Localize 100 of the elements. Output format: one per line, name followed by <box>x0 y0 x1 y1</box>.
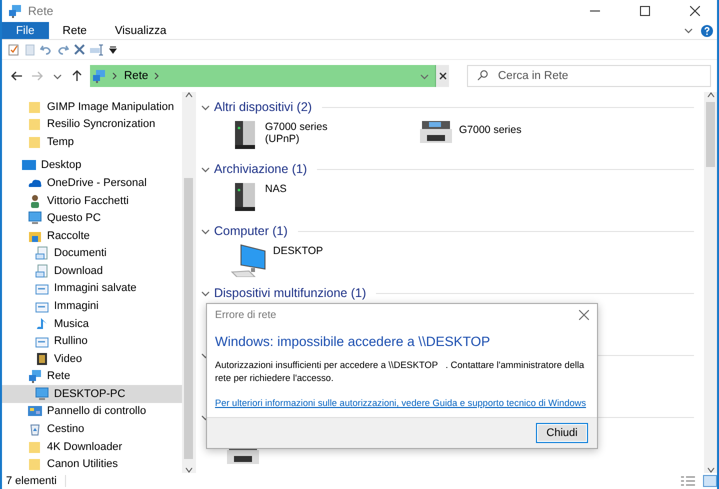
back-button[interactable] <box>10 71 24 81</box>
control-panel-icon <box>28 404 42 418</box>
scroll-down-icon <box>706 467 714 473</box>
nav-item[interactable]: Video <box>2 350 182 368</box>
nav-item[interactable]: Immagini salvate <box>2 280 182 298</box>
caret-icon <box>52 72 62 80</box>
nav-item[interactable]: 4K Downloader <box>2 438 182 456</box>
rename-icon <box>90 44 104 56</box>
scrollbar-track[interactable] <box>182 92 195 473</box>
close-dialog-button[interactable]: Chiudi <box>536 423 588 443</box>
details-view-icon <box>681 476 695 486</box>
nav-item[interactable]: Temp <box>2 133 182 151</box>
ribbon-tab[interactable]: File <box>2 22 49 39</box>
device-item[interactable]: G7000 series (UPnP) <box>231 119 419 151</box>
chevron-down-icon <box>201 288 210 298</box>
nav-item[interactable]: Musica <box>2 314 182 332</box>
nav-item[interactable]: DESKTOP-PC <box>2 385 182 403</box>
forward-arrow-icon <box>31 71 43 81</box>
folder-icon <box>28 134 42 149</box>
person-icon <box>28 194 42 208</box>
nav-item[interactable]: Raccolte <box>2 226 182 244</box>
ribbon-tab[interactable]: Rete <box>48 22 101 39</box>
desktop-icon <box>22 158 36 172</box>
delete-icon <box>74 44 85 55</box>
properties-icon <box>8 44 20 56</box>
large-icons-view-icon <box>703 475 717 487</box>
nav-item[interactable]: Immagini <box>2 297 182 315</box>
ribbon-tab[interactable]: Visualizza <box>100 22 180 39</box>
search-field[interactable]: Cerca in Rete <box>467 65 711 87</box>
nav-item[interactable]: Questo PC <box>2 209 182 227</box>
nav-item[interactable]: Vittorio Facchetti <box>2 192 182 210</box>
group-header[interactable]: Archiviazione (1) <box>214 162 308 176</box>
window-title: Rete <box>28 4 54 18</box>
close-icon <box>438 72 446 80</box>
undo-icon <box>40 44 52 56</box>
nav-item[interactable]: OneDrive - Personal <box>2 174 182 192</box>
printer-icon <box>419 119 453 145</box>
scrollbar-track[interactable] <box>704 92 717 473</box>
expand-ribbon-icon <box>684 26 693 35</box>
document-icon <box>35 264 49 278</box>
network-icon <box>92 69 106 83</box>
dialog-message: Autorizzazioni insufficienti per accedere a \\DESKTOP . Contattare l'amministratore della rete per richiedere l'accesso. <box>215 359 586 385</box>
group-header[interactable]: Computer (1) <box>214 224 288 238</box>
document-icon <box>35 246 49 260</box>
nav-item[interactable]: Download <box>2 262 182 280</box>
nav-item[interactable]: Cestino <box>2 420 182 438</box>
help-icon <box>701 24 713 36</box>
help-link[interactable]: Per ulteriori informazioni sulle autorizzazioni, vedere Guida e supporto tecnico di Windows <box>215 398 586 408</box>
monitor-icon <box>35 386 49 401</box>
folder-icon <box>28 457 42 472</box>
folder-icon <box>28 117 42 132</box>
forward-button[interactable] <box>30 71 44 81</box>
new-folder-icon <box>25 44 35 56</box>
chevron-down-icon <box>201 164 210 174</box>
chevron-down-icon <box>201 226 210 236</box>
nav-item[interactable]: Rete <box>2 368 182 386</box>
chevron-down-icon <box>201 102 210 112</box>
nav-item[interactable]: Pannello di controllo <box>2 402 182 420</box>
device-item[interactable]: NAS <box>231 181 419 213</box>
chevron-right-icon <box>154 72 160 80</box>
monitor-icon <box>28 211 42 226</box>
close-icon <box>690 6 700 16</box>
folder-icon <box>28 100 42 114</box>
network-icon <box>28 369 42 384</box>
close-icon <box>579 310 589 320</box>
redo-icon <box>57 44 69 56</box>
up-arrow-icon <box>72 70 82 82</box>
music-note-icon <box>35 316 49 331</box>
film-icon <box>35 352 49 366</box>
address-field[interactable]: Rete <box>90 65 436 87</box>
chevron-right-icon <box>112 72 118 80</box>
search-icon <box>477 70 488 81</box>
customize-caret-icon <box>109 46 117 54</box>
dialog-heading: Windows: impossibile accedere a \\DESKTOP <box>215 334 492 349</box>
nav-item[interactable]: GIMP Image Manipulation <box>2 98 182 116</box>
recycle-bin-icon <box>28 422 42 436</box>
folder-icon <box>28 440 42 454</box>
scroll-down-icon <box>184 467 192 473</box>
device-item[interactable]: DESKTOP <box>231 243 419 277</box>
scroll-thumb[interactable] <box>184 178 193 459</box>
network-icon <box>8 4 22 18</box>
group-header[interactable]: Altri dispositivi (2) <box>214 100 312 114</box>
scroll-up-icon <box>706 92 714 98</box>
scroll-thumb[interactable] <box>706 102 715 167</box>
nav-item[interactable]: Desktop <box>2 156 182 174</box>
item-count: 7 elementi <box>6 475 66 487</box>
maximize-icon <box>640 6 650 16</box>
nav-item[interactable]: Canon Utilities <box>2 455 182 473</box>
group-header[interactable]: Dispositivi multifunzione (1) <box>214 286 366 300</box>
computer-icon <box>231 243 267 277</box>
up-button[interactable] <box>70 70 84 82</box>
clear-button[interactable] <box>436 65 449 87</box>
device-item[interactable]: G7000 series <box>419 119 607 145</box>
nav-item[interactable]: Rullino <box>2 332 182 350</box>
caret-icon <box>420 72 429 80</box>
breadcrumb[interactable]: Rete <box>124 70 148 82</box>
nav-item[interactable]: Documenti <box>2 244 182 262</box>
nav-item[interactable]: Resilio Syncronization <box>2 116 182 134</box>
scroll-up-icon <box>184 92 192 98</box>
back-arrow-icon <box>11 71 23 81</box>
